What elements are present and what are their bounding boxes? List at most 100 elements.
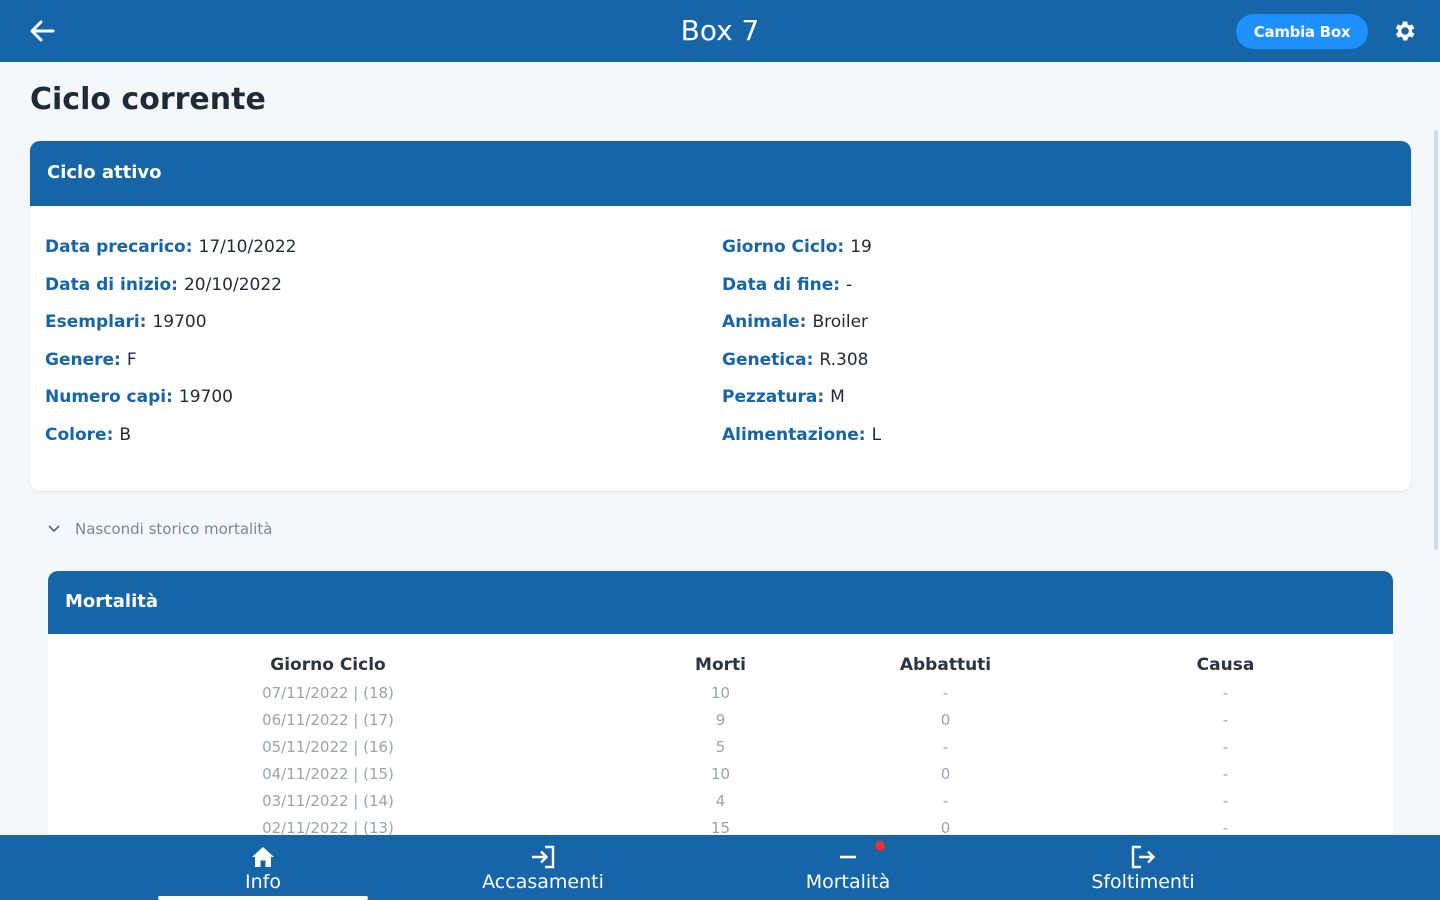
cell-abbattuti: 0 <box>940 818 951 836</box>
cell-causa: - <box>1222 683 1229 702</box>
mortality-table: Giorno Ciclo Morti Abbattuti Causa 07/11… <box>48 651 1393 835</box>
active-cycle-header: Ciclo attivo <box>30 141 1411 206</box>
table-row: 06/11/2022 | (17) 9 0 - <box>48 706 1393 733</box>
cell-morti: 10 <box>710 683 731 702</box>
info-value: 19700 <box>152 312 207 333</box>
gear-icon <box>1395 21 1415 41</box>
info-value: 19700 <box>178 387 233 408</box>
cell-date: 07/11/2022 | (18) <box>262 683 394 702</box>
table-row: 02/11/2022 | (13) 15 0 - <box>48 814 1393 836</box>
info-value: 17/10/2022 <box>198 237 297 257</box>
logout-icon <box>1130 845 1156 869</box>
info-label: Data precarico: <box>45 237 193 257</box>
info-label: Data di inizio: <box>45 274 178 295</box>
info-row-alimentazione: Alimentazione: L <box>722 425 881 463</box>
minus-icon <box>835 841 885 869</box>
active-cycle-card: Ciclo attivo Data precarico: 17/10/2022 D… <box>30 141 1411 491</box>
info-label: Genetica: <box>722 349 814 370</box>
info-label: Animale: <box>722 312 807 333</box>
info-row-pezzatura: Pezzatura: M <box>722 387 881 425</box>
cell-abbattuti: 0 <box>940 710 951 729</box>
info-row-numero-capi: Numero capi: 19700 <box>45 387 296 425</box>
info-value: Broiler <box>812 312 869 333</box>
bottom-navigation: Info Accasamenti Mortalità Sfoltimenti <box>0 835 1440 900</box>
cycle-info-right: Giorno Ciclo: 19 Data di fine: - Animale: B… <box>722 237 881 463</box>
nav-label-info: Info <box>245 871 281 893</box>
info-row-genere: Genere: F <box>45 350 296 388</box>
cell-morti: 9 <box>715 710 726 729</box>
cell-morti: 10 <box>710 764 731 783</box>
cycle-info-left: Data precarico: 17/10/2022 Data di inizio… <box>45 237 296 463</box>
column-header-abbattuti: Abbattuti <box>899 655 992 675</box>
info-value: R.308 <box>819 349 869 370</box>
notification-badge <box>875 841 885 851</box>
info-label: Esemplari: <box>45 312 147 333</box>
table-header-row: Giorno Ciclo Morti Abbattuti Causa <box>48 651 1393 679</box>
cell-date: 06/11/2022 | (17) <box>262 710 394 729</box>
nav-label-sfoltimenti: Sfoltimenti <box>1091 871 1195 893</box>
info-label: Colore: <box>45 424 114 445</box>
nav-item-mortalita[interactable]: Mortalità <box>797 835 899 900</box>
info-row-giorno-ciclo: Giorno Ciclo: 19 <box>722 237 881 275</box>
info-label: Data di fine: <box>722 274 841 295</box>
cell-causa: - <box>1222 737 1229 756</box>
main-content[interactable]: Ciclo corrente Ciclo attivo Data precari… <box>0 62 1440 835</box>
settings-button[interactable] <box>1388 15 1420 47</box>
info-row-data-precarico: Data precarico: 17/10/2022 <box>45 237 296 275</box>
cell-date: 04/11/2022 | (15) <box>262 764 394 783</box>
info-label: Pezzatura: <box>722 387 825 408</box>
info-row-data-inizio: Data di inizio: 20/10/2022 <box>45 275 296 313</box>
info-row-esemplari: Esemplari: 19700 <box>45 312 296 350</box>
cell-abbattuti: - <box>942 683 949 702</box>
cell-causa: - <box>1222 818 1229 836</box>
cell-morti: 4 <box>715 791 726 810</box>
info-value: 19 <box>850 237 872 257</box>
info-value: F <box>126 349 137 370</box>
cell-morti: 5 <box>715 737 726 756</box>
table-row: 04/11/2022 | (15) 10 0 - <box>48 760 1393 787</box>
nav-item-sfoltimenti[interactable]: Sfoltimenti <box>1083 835 1203 900</box>
page-title: Ciclo corrente <box>30 82 266 117</box>
change-box-button[interactable]: Cambia Box <box>1236 14 1368 49</box>
info-row-data-fine: Data di fine: - <box>722 275 881 313</box>
cell-date: 02/11/2022 | (13) <box>262 818 394 836</box>
info-label: Alimentazione: <box>722 424 866 445</box>
info-value: L <box>871 424 882 445</box>
back-button[interactable] <box>26 15 58 47</box>
info-row-genetica: Genetica: R.308 <box>722 350 881 388</box>
info-label: Giorno Ciclo: <box>722 237 845 257</box>
cell-date: 03/11/2022 | (14) <box>262 791 394 810</box>
nav-item-accasamenti[interactable]: Accasamenti <box>472 835 614 900</box>
cell-causa: - <box>1222 710 1229 729</box>
cell-causa: - <box>1222 791 1229 810</box>
home-icon <box>250 845 276 869</box>
cell-date: 05/11/2022 | (16) <box>262 737 394 756</box>
nav-label-accasamenti: Accasamenti <box>482 871 604 893</box>
info-label: Numero capi: <box>45 387 173 408</box>
mortality-header: Mortalità <box>48 571 1393 634</box>
info-value: - <box>846 274 853 295</box>
info-row-colore: Colore: B <box>45 425 296 463</box>
cell-abbattuti: - <box>942 791 949 810</box>
cell-morti: 15 <box>710 818 731 836</box>
scrollbar[interactable] <box>1434 130 1438 550</box>
arrow-left-icon <box>30 20 55 42</box>
top-app-bar: Box 7 Cambia Box <box>0 0 1440 62</box>
table-row: 03/11/2022 | (14) 4 - - <box>48 787 1393 814</box>
mortality-card: Mortalità Giorno Ciclo Morti Abbattuti C… <box>48 571 1393 835</box>
table-row: 05/11/2022 | (16) 5 - - <box>48 733 1393 760</box>
cell-abbattuti: - <box>942 737 949 756</box>
nav-item-info[interactable]: Info <box>213 835 313 900</box>
nav-label-mortalita: Mortalità <box>805 871 891 893</box>
column-header-giorno-ciclo: Giorno Ciclo <box>270 655 386 675</box>
info-value: M <box>830 387 845 408</box>
chevron-down-icon <box>46 521 62 537</box>
toggle-label: Nascondi storico mortalità <box>75 520 273 538</box>
cell-abbattuti: 0 <box>940 764 951 783</box>
info-value: 20/10/2022 <box>183 274 282 295</box>
table-row: 07/11/2022 | (18) 10 - - <box>48 679 1393 706</box>
info-value: B <box>119 424 132 445</box>
hide-mortality-history-toggle[interactable]: Nascondi storico mortalità <box>46 520 272 538</box>
cell-causa: - <box>1222 764 1229 783</box>
column-header-morti: Morti <box>695 655 746 675</box>
